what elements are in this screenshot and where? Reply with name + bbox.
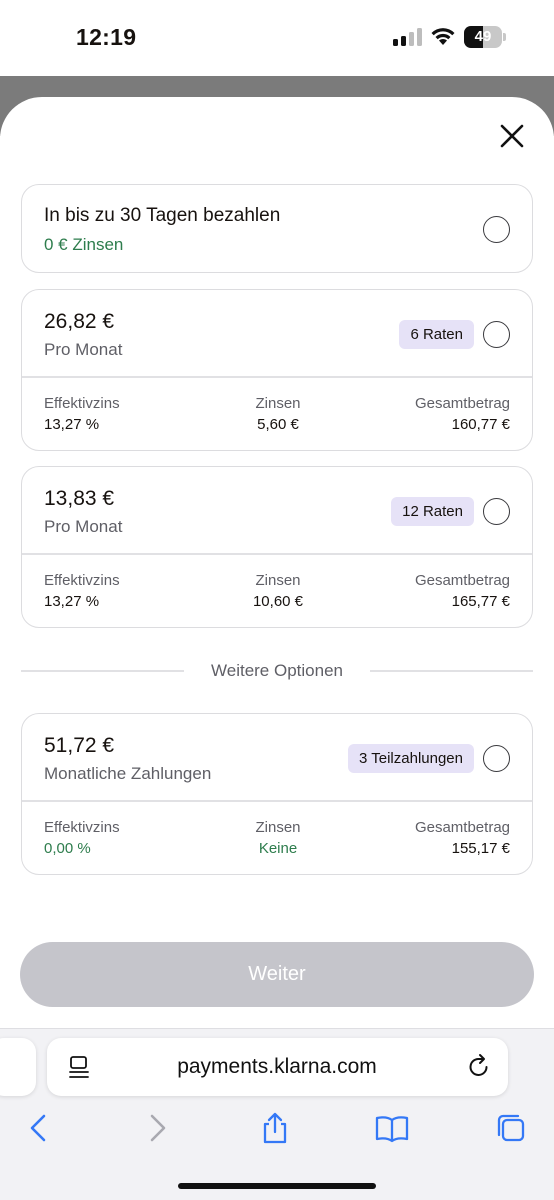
status-bar: 12:19 49 (0, 0, 554, 76)
card-divider (22, 553, 532, 555)
plan-amount: 13,83 € (44, 487, 115, 510)
plan-subtitle: Monatliche Zahlungen (44, 764, 212, 783)
back-icon[interactable] (22, 1111, 56, 1145)
plan-badge: 3 Teilzahlungen (348, 744, 474, 773)
plan-radio[interactable] (483, 745, 510, 772)
option-pay-in-30-days[interactable]: In bis zu 30 Tagen bezahlen 0 € Zinsen (21, 184, 533, 273)
plan-12-raten[interactable]: 13,83 € Pro Monat 12 Raten Effektivzins 1… (21, 466, 533, 628)
plan-amount: 26,82 € (44, 310, 115, 333)
forward-icon[interactable] (140, 1111, 174, 1145)
reload-icon[interactable] (467, 1053, 491, 1079)
plan-badge: 6 Raten (399, 320, 474, 349)
plan-subtitle: Pro Monat (44, 340, 123, 359)
close-icon[interactable] (496, 120, 528, 152)
plan-3-teilzahlungen[interactable]: 51,72 € Monatliche Zahlungen 3 Teilzahlu… (21, 713, 533, 875)
plan-radio[interactable] (483, 498, 510, 525)
stat-gesamtbetrag: Gesamtbetrag 165,77 € (414, 572, 510, 610)
stat-zinsen: Zinsen 10,60 € (252, 572, 304, 610)
card-divider (22, 800, 532, 802)
battery-icon: 49 (464, 26, 506, 48)
tabs-icon[interactable] (494, 1111, 528, 1145)
plan-badge: 12 Raten (391, 497, 474, 526)
battery-percent: 49 (474, 28, 492, 45)
status-time: 12:19 (76, 24, 137, 50)
stat-zinsen: Zinsen Keine (255, 819, 301, 857)
option-subtitle: 0 € Zinsen (44, 235, 124, 254)
wifi-icon (431, 28, 455, 45)
bookmarks-icon[interactable] (375, 1111, 409, 1145)
stat-zinsen: Zinsen 5,60 € (255, 395, 301, 433)
stat-effektivzins: Effektivzins 0,00 % (44, 819, 120, 857)
plan-subtitle: Pro Monat (44, 517, 123, 536)
continue-button[interactable]: Weiter (20, 942, 534, 1007)
cellular-signal-icon (393, 28, 422, 46)
plan-radio[interactable] (483, 321, 510, 348)
stat-gesamtbetrag: Gesamtbetrag 155,17 € (414, 819, 510, 857)
option-title: In bis zu 30 Tagen bezahlen (44, 205, 281, 226)
stat-effektivzins: Effektivzins 13,27 % (44, 572, 120, 610)
plan-amount: 51,72 € (44, 734, 115, 757)
separator-line-right (370, 670, 533, 672)
stat-effektivzins: Effektivzins 13,27 % (44, 395, 120, 433)
stat-gesamtbetrag: Gesamtbetrag 160,77 € (414, 395, 510, 433)
share-icon[interactable] (258, 1111, 292, 1145)
plan-6-raten[interactable]: 26,82 € Pro Monat 6 Raten Effektivzins 13… (21, 289, 533, 451)
option-radio[interactable] (483, 216, 510, 243)
home-indicator (178, 1183, 376, 1189)
card-divider (22, 376, 532, 378)
